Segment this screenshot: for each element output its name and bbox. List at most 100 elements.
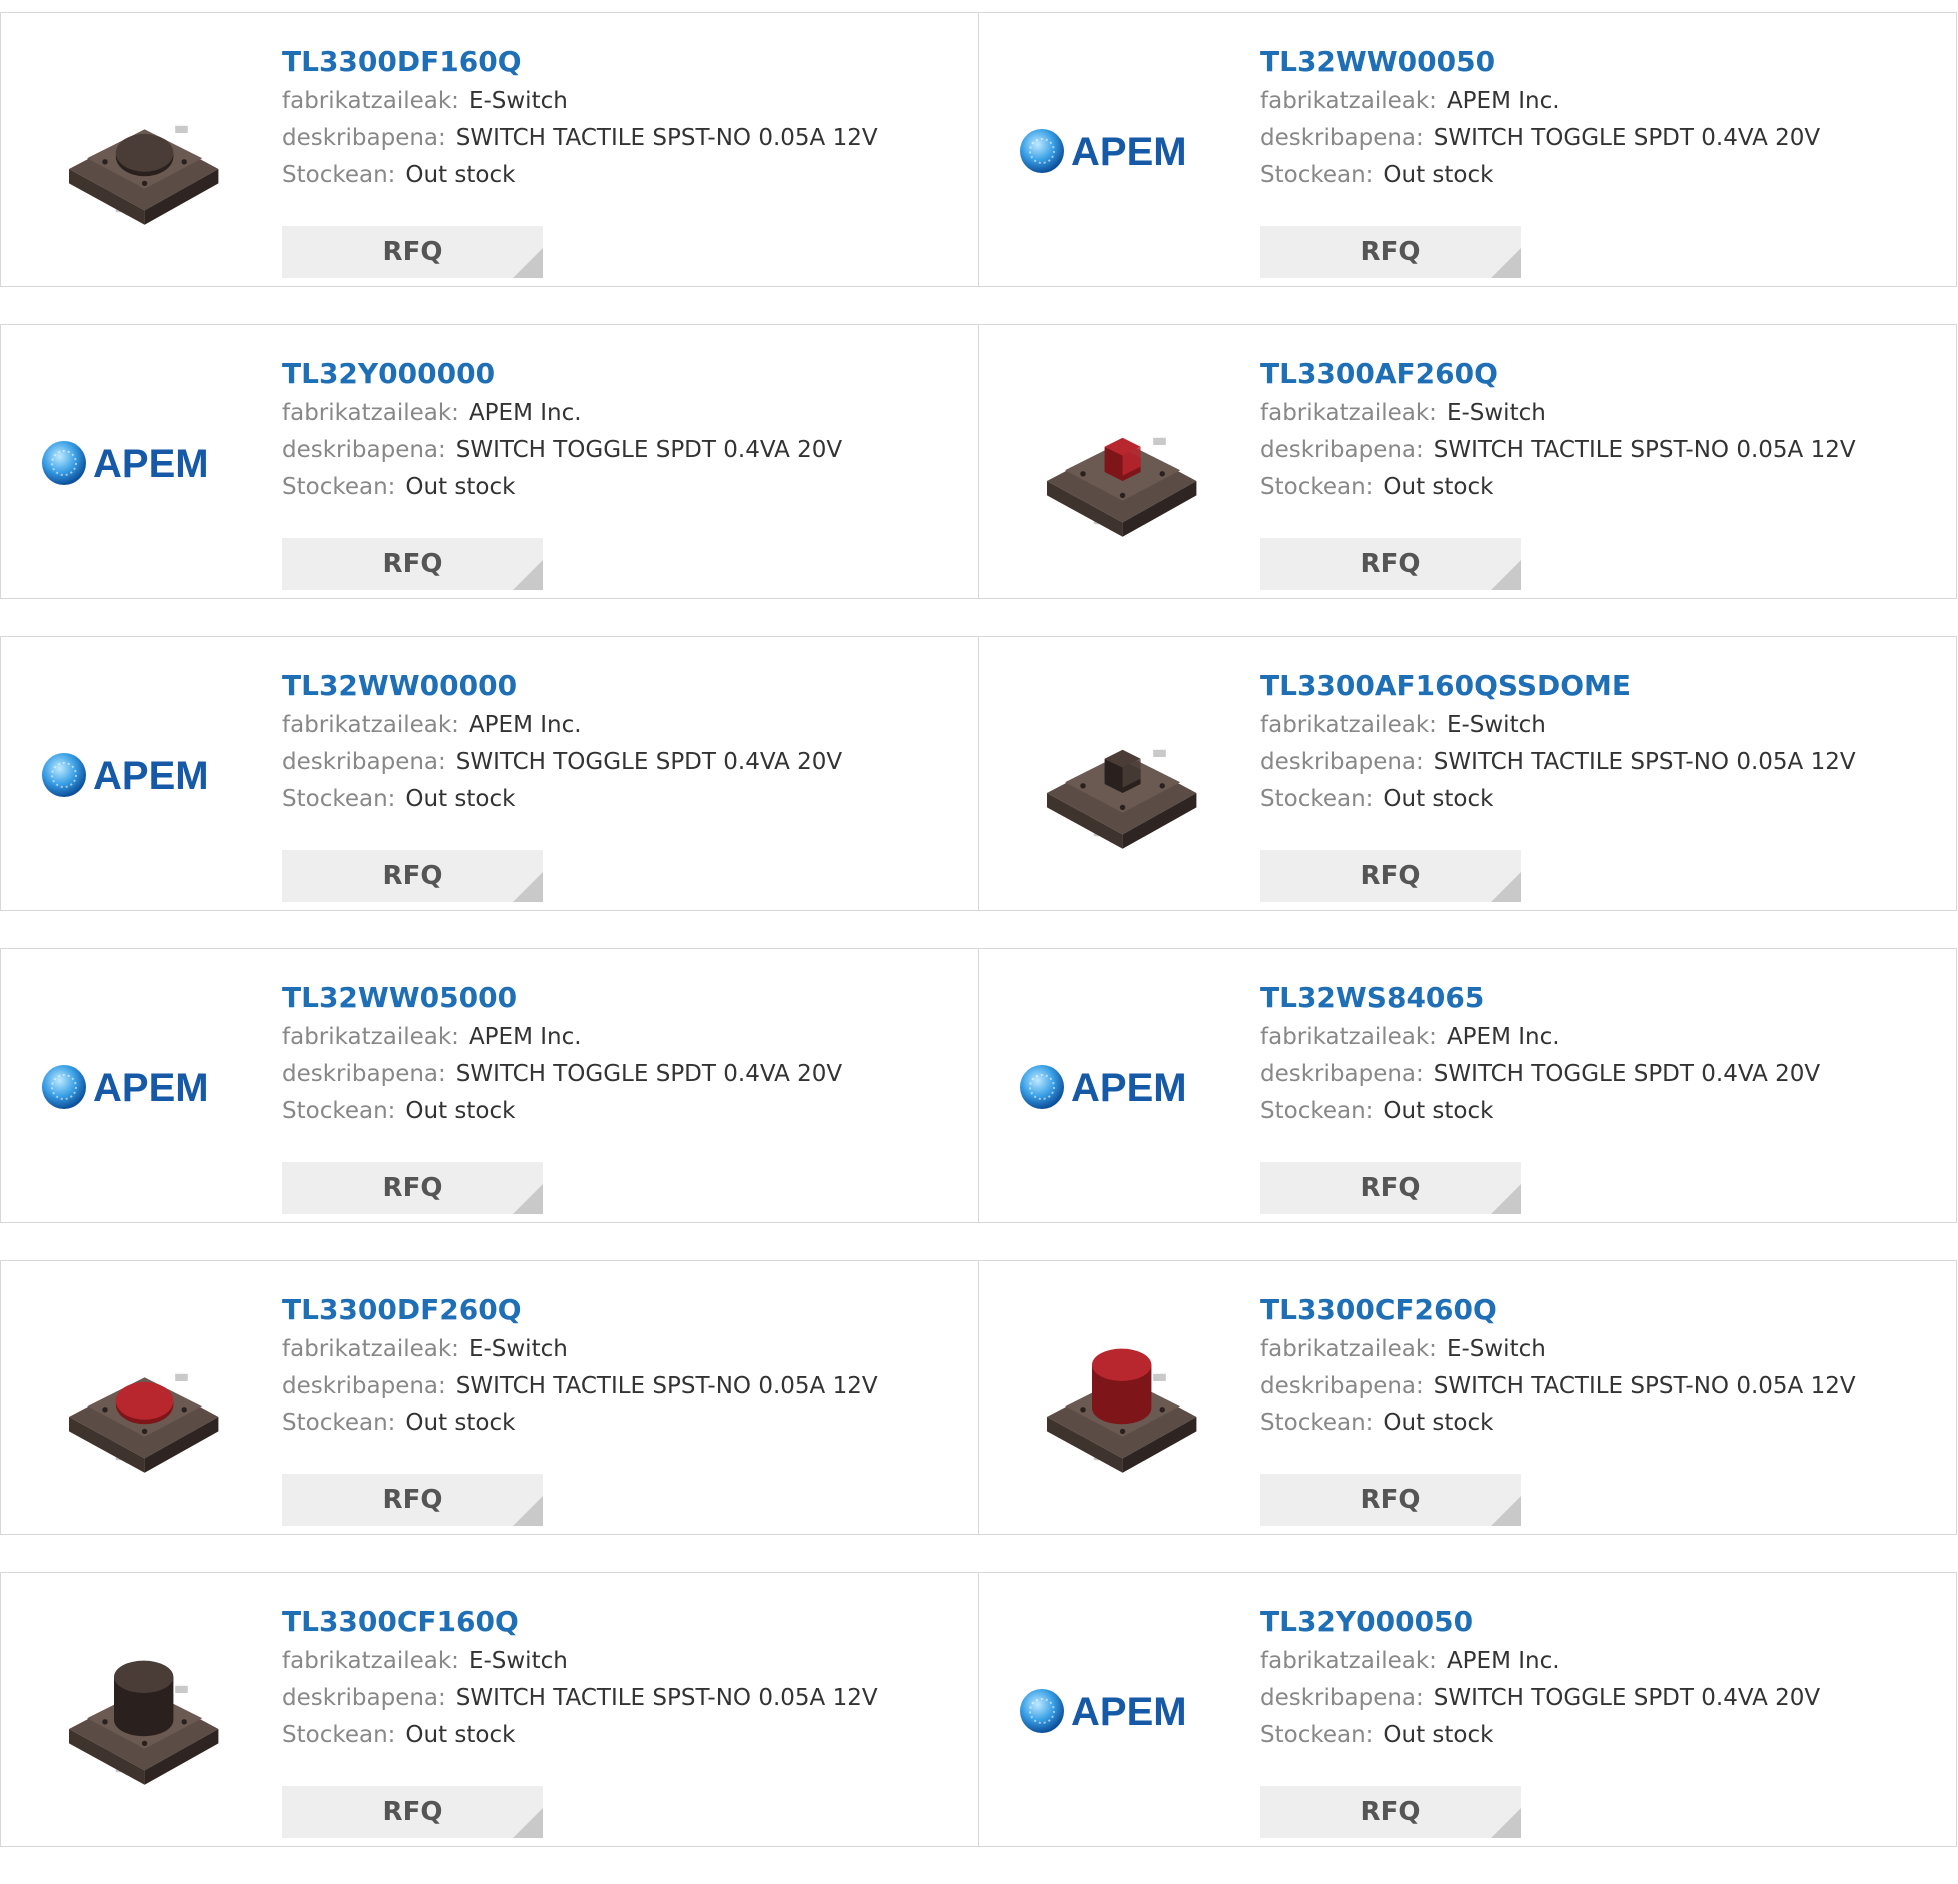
manufacturer-label: fabrikatzaileak: [282,400,459,426]
part-number-link[interactable]: TL3300AF260Q [1260,353,1856,395]
part-number-link[interactable]: TL32Y000000 [282,353,842,395]
product-image[interactable] [1015,361,1223,565]
manufacturer-label: fabrikatzaileak: [282,712,459,738]
rfq-button[interactable]: RFQ [1260,1162,1521,1214]
corner-fold-icon [1491,560,1521,590]
product-image[interactable]: APEM [1015,49,1223,253]
description-line: deskribapena: SWITCH TACTILE SPST-NO 0.05… [282,1680,878,1717]
product-image[interactable]: APEM [37,673,245,877]
tactile-switch-picture [1047,749,1197,849]
part-number-link[interactable]: TL3300DF260Q [282,1289,878,1331]
rfq-label: RFQ [1360,549,1421,579]
product-info: TL3300CF160Q fabrikatzaileak: E-Switch de… [282,1601,878,1838]
stock-label: Stockean: [1260,474,1374,500]
product-image[interactable] [37,1609,245,1813]
manufacturer-value: E-Switch [468,1648,568,1674]
product-image[interactable] [1015,1297,1223,1501]
part-number-link[interactable]: TL32Y000050 [1260,1601,1820,1643]
stock-line: Stockean: Out stock [1260,469,1856,506]
stock-label: Stockean: [1260,1410,1374,1436]
manufacturer-line: fabrikatzaileak: E-Switch [282,1643,878,1680]
rfq-button[interactable]: RFQ [282,850,543,902]
product-card: TL3300DF260Q fabrikatzaileak: E-Switch de… [0,1260,979,1535]
description-line: deskribapena: SWITCH TACTILE SPST-NO 0.05… [1260,432,1856,469]
product-card: TL3300AF160QSSDOME fabrikatzaileak: E-Swi… [978,636,1957,911]
rfq-button[interactable]: RFQ [282,226,543,278]
stock-label: Stockean: [1260,162,1374,188]
part-number-link[interactable]: TL32WS84065 [1260,977,1820,1019]
rfq-button[interactable]: RFQ [1260,1474,1521,1526]
part-number-link[interactable]: TL32WW00050 [1260,41,1820,83]
tactile-switch-picture [1047,1348,1197,1473]
rfq-button[interactable]: RFQ [282,1162,543,1214]
part-number-link[interactable]: TL3300AF160QSSDOME [1260,665,1856,707]
manufacturer-value: APEM Inc. [468,712,582,738]
svg-text:APEM: APEM [93,754,209,798]
rfq-button[interactable]: RFQ [1260,226,1521,278]
manufacturer-value: APEM Inc. [468,1024,582,1050]
manufacturer-line: fabrikatzaileak: APEM Inc. [282,1019,842,1056]
description-line: deskribapena: SWITCH TOGGLE SPDT 0.4VA 20… [1260,1056,1820,1093]
description-line: deskribapena: SWITCH TACTILE SPST-NO 0.05… [1260,1368,1856,1405]
corner-fold-icon [1491,1184,1521,1214]
svg-text:APEM: APEM [93,1066,209,1110]
description-value: SWITCH TOGGLE SPDT 0.4VA 20V [1433,1061,1821,1087]
rfq-button[interactable]: RFQ [1260,850,1521,902]
manufacturer-label: fabrikatzaileak: [1260,88,1437,114]
part-number-link[interactable]: TL3300CF160Q [282,1601,878,1643]
stock-value: Out stock [405,1098,516,1124]
stock-line: Stockean: Out stock [282,1093,842,1130]
description-line: deskribapena: SWITCH TACTILE SPST-NO 0.05… [282,120,878,157]
corner-fold-icon [1491,248,1521,278]
product-info: TL32WW00050 fabrikatzaileak: APEM Inc. de… [1260,41,1820,278]
product-info: TL3300DF260Q fabrikatzaileak: E-Switch de… [282,1289,878,1526]
corner-fold-icon [513,872,543,902]
product-image[interactable]: APEM [37,361,245,565]
product-image[interactable] [37,49,245,253]
product-image[interactable]: APEM [1015,1609,1223,1813]
product-info: TL3300DF160Q fabrikatzaileak: E-Switch de… [282,41,878,278]
apem-logo-icon: APEM [1020,1689,1187,1734]
manufacturer-value: APEM Inc. [1446,1648,1560,1674]
manufacturer-value: E-Switch [468,1336,568,1362]
manufacturer-label: fabrikatzaileak: [282,1336,459,1362]
manufacturer-label: fabrikatzaileak: [282,1648,459,1674]
product-image[interactable]: APEM [37,985,245,1189]
stock-label: Stockean: [282,162,396,188]
part-number-link[interactable]: TL3300DF160Q [282,41,878,83]
stock-line: Stockean: Out stock [1260,157,1820,194]
product-image[interactable] [37,1297,245,1501]
manufacturer-line: fabrikatzaileak: E-Switch [282,83,878,120]
stock-line: Stockean: Out stock [1260,1717,1820,1754]
stock-label: Stockean: [282,474,396,500]
rfq-button[interactable]: RFQ [1260,1786,1521,1838]
product-image[interactable]: APEM [1015,985,1223,1189]
tactile-switch-picture [69,125,219,225]
product-row: TL3300DF260Q fabrikatzaileak: E-Switch de… [0,1260,1958,1535]
product-row: TL3300CF160Q fabrikatzaileak: E-Switch de… [0,1572,1958,1847]
tactile-switch-picture [69,1373,219,1473]
rfq-button[interactable]: RFQ [282,1786,543,1838]
part-number-link[interactable]: TL32WW05000 [282,977,842,1019]
product-image[interactable] [1015,673,1223,877]
stock-label: Stockean: [282,786,396,812]
rfq-label: RFQ [382,237,443,267]
product-list: TL3300DF160Q fabrikatzaileak: E-Switch de… [0,12,1958,1884]
rfq-label: RFQ [382,1173,443,1203]
description-label: deskribapena: [282,749,446,775]
product-info: TL32Y000050 fabrikatzaileak: APEM Inc. de… [1260,1601,1820,1838]
rfq-button[interactable]: RFQ [282,538,543,590]
part-number-link[interactable]: TL3300CF260Q [1260,1289,1856,1331]
manufacturer-label: fabrikatzaileak: [1260,1024,1437,1050]
description-label: deskribapena: [1260,1685,1424,1711]
tactile-switch-picture [1047,437,1197,537]
description-label: deskribapena: [1260,1061,1424,1087]
rfq-button[interactable]: RFQ [1260,538,1521,590]
manufacturer-line: fabrikatzaileak: E-Switch [1260,1331,1856,1368]
rfq-button[interactable]: RFQ [282,1474,543,1526]
manufacturer-line: fabrikatzaileak: APEM Inc. [1260,83,1820,120]
part-number-link[interactable]: TL32WW00000 [282,665,842,707]
manufacturer-label: fabrikatzaileak: [1260,1336,1437,1362]
product-info: TL3300AF160QSSDOME fabrikatzaileak: E-Swi… [1260,665,1856,902]
manufacturer-label: fabrikatzaileak: [282,88,459,114]
